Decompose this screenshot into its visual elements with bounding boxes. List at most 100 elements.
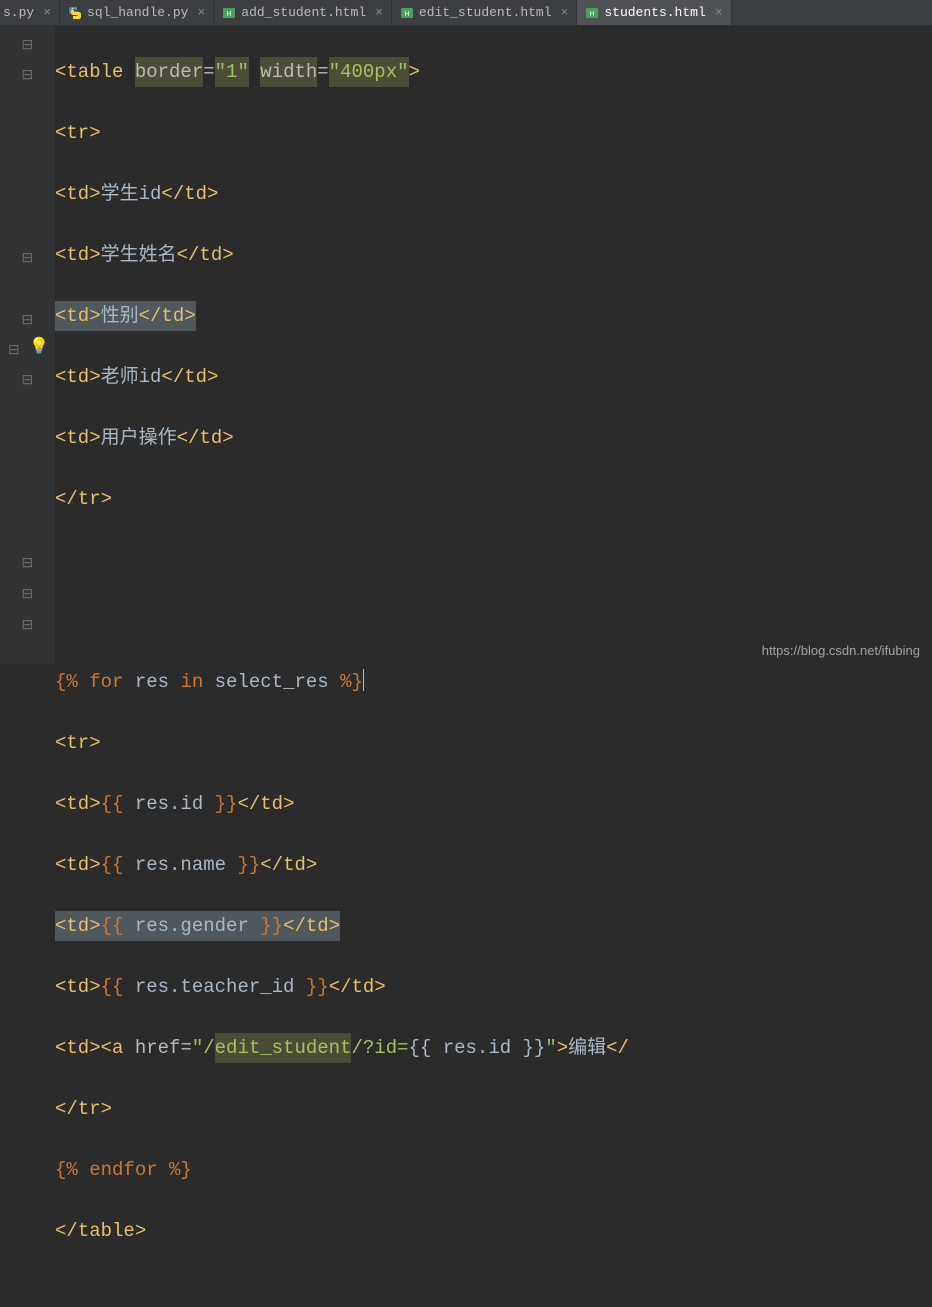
tab-label: students.html	[604, 5, 705, 20]
code-text: {%	[55, 667, 89, 698]
code-text: 编辑	[568, 1033, 606, 1064]
code-text: <td>	[55, 915, 101, 937]
code-text: </td>	[329, 972, 386, 1003]
code-text: "1"	[215, 57, 249, 88]
text-cursor	[363, 669, 365, 691]
code-text: <td>	[55, 305, 101, 327]
tab-label: edit_student.html	[419, 5, 552, 20]
watermark: https://blog.csdn.net/ifubing	[762, 643, 920, 658]
fold-icon[interactable]	[22, 65, 34, 77]
code-text: </td>	[139, 305, 196, 327]
code-text: </tr>	[55, 484, 112, 515]
fold-icon[interactable]	[22, 615, 34, 627]
html-icon: H	[585, 6, 599, 20]
code-text: </td>	[260, 850, 317, 881]
fold-icon[interactable]	[22, 248, 34, 260]
code-text: "/	[192, 1033, 215, 1064]
fold-icon[interactable]	[22, 35, 34, 47]
code-text: 学生id	[101, 179, 162, 210]
code-text: >	[409, 57, 420, 88]
code-text: </td>	[177, 423, 234, 454]
html-icon: H	[222, 6, 236, 20]
code-content[interactable]: <table border="1" width="400px"> <tr> <t…	[55, 26, 932, 664]
code-text: <tr>	[55, 728, 101, 759]
python-icon	[68, 6, 82, 20]
code-text: res.name	[135, 850, 226, 881]
code-text: {{	[101, 972, 135, 1003]
code-text: <a	[101, 1033, 135, 1064]
code-text: </td>	[283, 915, 340, 937]
code-text: </td>	[161, 179, 218, 210]
code-text: </table>	[55, 1216, 146, 1247]
fold-icon[interactable]	[22, 370, 34, 382]
close-icon[interactable]: ×	[197, 5, 205, 20]
code-text: <tr>	[55, 118, 101, 149]
code-text: <td>	[55, 789, 101, 820]
code-text: }}	[203, 789, 237, 820]
code-text: }}	[249, 915, 283, 937]
close-icon[interactable]: ×	[375, 5, 383, 20]
code-text: 老师id	[101, 362, 162, 393]
code-text: "400px"	[329, 57, 409, 88]
code-text: {{	[101, 915, 135, 937]
code-text: {{	[101, 850, 135, 881]
svg-text:H: H	[404, 11, 409, 18]
code-text: /?id=	[351, 1033, 408, 1064]
code-text: <td>	[55, 179, 101, 210]
code-text: </td>	[237, 789, 294, 820]
tab-s-py[interactable]: s.py ×	[0, 0, 60, 25]
code-text: res.id	[135, 789, 203, 820]
code-text: {{	[101, 789, 135, 820]
svg-text:H: H	[227, 11, 232, 18]
html-icon: H	[400, 6, 414, 20]
close-icon[interactable]: ×	[43, 5, 51, 20]
code-text: %}	[340, 667, 363, 698]
code-text: =	[203, 57, 214, 88]
code-text: edit_student	[215, 1033, 352, 1064]
close-icon[interactable]: ×	[715, 5, 723, 20]
lightbulb-icon[interactable]: 💡	[29, 336, 49, 356]
code-text: </	[606, 1033, 629, 1064]
tab-sql-handle[interactable]: sql_handle.py ×	[60, 0, 214, 25]
code-text: in	[180, 667, 214, 698]
code-text: {% endfor %}	[55, 1155, 192, 1186]
code-text: }}	[226, 850, 260, 881]
code-text: res.gender	[135, 915, 249, 937]
code-text: width	[260, 57, 317, 88]
code-text: <td>	[55, 362, 101, 393]
code-text: for	[89, 667, 135, 698]
code-text: <td>	[55, 1033, 101, 1064]
tab-label: add_student.html	[241, 5, 366, 20]
tab-edit-student[interactable]: H edit_student.html ×	[392, 0, 577, 25]
tab-label: s.py	[3, 5, 34, 20]
close-icon[interactable]: ×	[561, 5, 569, 20]
code-text: 学生姓名	[101, 240, 177, 271]
code-text: {{ res.id }}	[409, 1033, 546, 1064]
code-text: 性别	[101, 305, 139, 327]
code-text: <table	[55, 57, 135, 88]
tab-students[interactable]: H students.html ×	[577, 0, 731, 25]
code-text: 用户操作	[101, 423, 177, 454]
code-text: border	[135, 57, 203, 88]
code-text: </tr>	[55, 1094, 112, 1125]
gutter: 💡	[0, 26, 55, 664]
code-text: </td>	[161, 362, 218, 393]
code-text: res.teacher_id	[135, 972, 295, 1003]
code-text: <td>	[55, 240, 101, 271]
code-text: res	[135, 667, 181, 698]
code-text: <td>	[55, 850, 101, 881]
fold-icon[interactable]	[22, 584, 34, 596]
code-text: select_res	[215, 667, 340, 698]
editor-tabs: s.py × sql_handle.py × H add_student.htm…	[0, 0, 932, 26]
tab-add-student[interactable]: H add_student.html ×	[214, 0, 392, 25]
tab-label: sql_handle.py	[87, 5, 188, 20]
code-text: href	[135, 1033, 181, 1064]
fold-icon[interactable]	[22, 553, 34, 565]
fold-icon[interactable]	[22, 310, 34, 322]
code-text: <td>	[55, 423, 101, 454]
code-text: <td>	[55, 972, 101, 1003]
editor-area: 💡 <table border="1" width="400px"> <tr> …	[0, 26, 932, 664]
code-text: }}	[294, 972, 328, 1003]
code-text: =	[317, 57, 328, 88]
svg-text:H: H	[590, 11, 595, 18]
